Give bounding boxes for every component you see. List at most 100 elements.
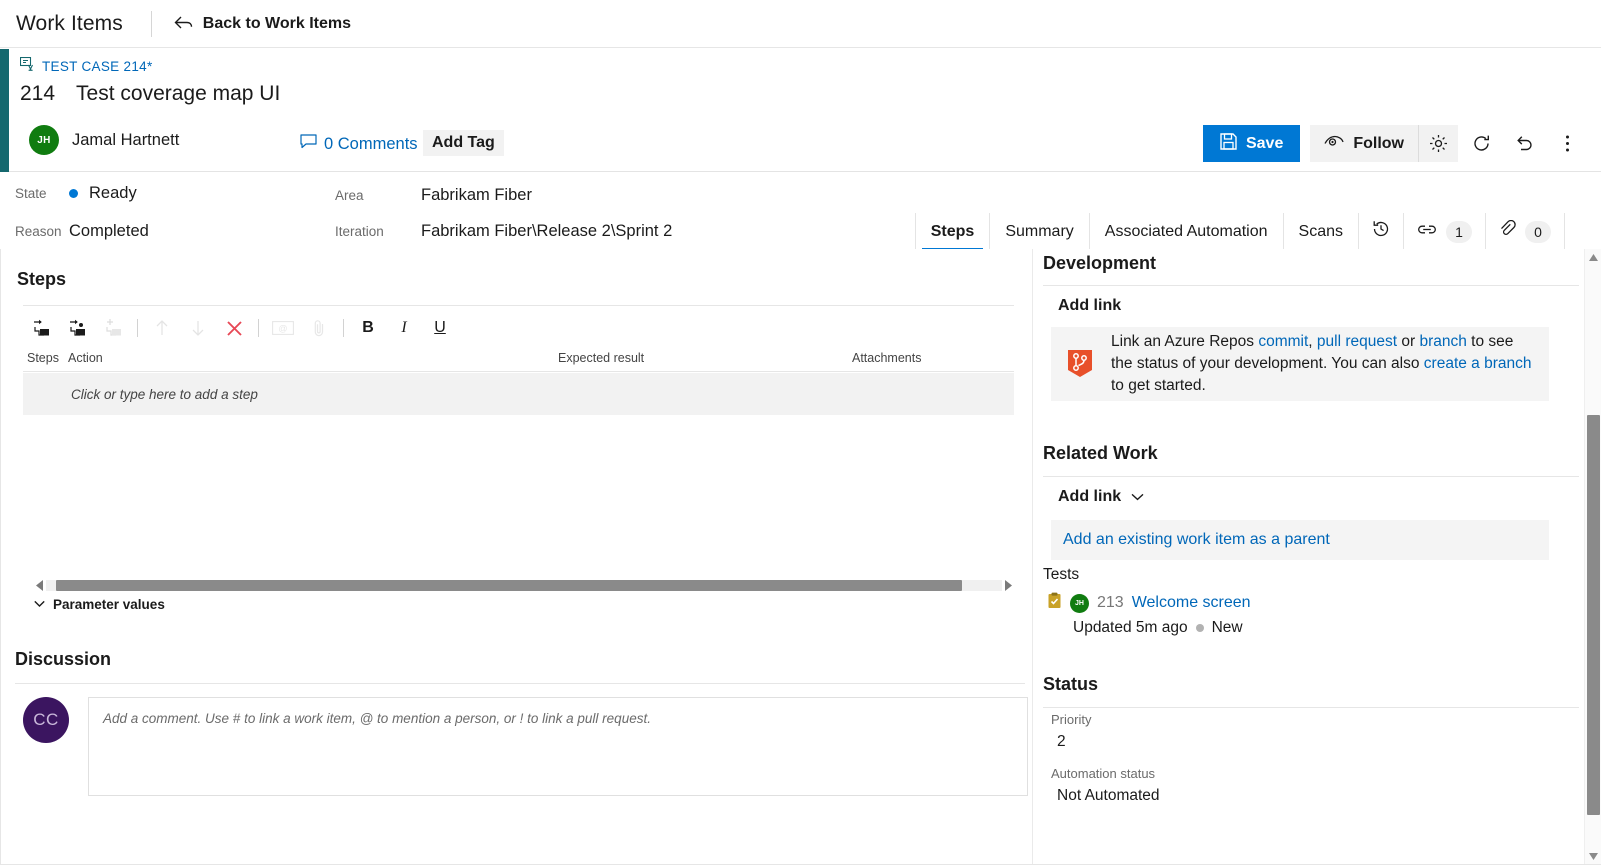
related-work-item[interactable]: JH 213 Welcome screen Updated 5m ago New xyxy=(1047,592,1251,637)
refresh-icon[interactable] xyxy=(1462,125,1501,162)
field-state-value: Ready xyxy=(89,184,137,202)
italic-icon[interactable]: I xyxy=(386,313,422,343)
save-button-label: Save xyxy=(1245,134,1284,152)
assigned-to-name: Jamal Hartnett xyxy=(72,130,180,149)
field-state[interactable]: State Ready xyxy=(15,184,137,203)
comments-count-label: 0 Comments xyxy=(324,134,418,153)
tab-links[interactable]: 1 xyxy=(1404,213,1486,250)
test-case-clipboard-icon xyxy=(1047,592,1062,614)
field-area-label: Area xyxy=(335,188,364,203)
add-existing-parent-link[interactable]: Add an existing work item as a parent xyxy=(1051,520,1549,560)
insert-shared-step-icon[interactable] xyxy=(59,313,95,343)
related-work-item-title-row: JH 213 Welcome screen xyxy=(1047,592,1251,614)
comment-input[interactable]: Add a comment. Use # to link a work item… xyxy=(88,697,1028,796)
branch-link[interactable]: branch xyxy=(1419,333,1466,350)
work-item-type-row[interactable]: TEST CASE 214* xyxy=(19,56,153,76)
related-work-group-label: Tests xyxy=(1043,566,1080,583)
field-area[interactable]: Area Fabrikam Fiber xyxy=(335,186,532,205)
scrollbar-thumb[interactable] xyxy=(56,579,962,591)
tab-history[interactable] xyxy=(1359,213,1404,250)
tab-associated-automation-label: Associated Automation xyxy=(1104,222,1268,240)
work-item-title[interactable]: Test coverage map UI xyxy=(76,82,280,106)
assigned-to-row[interactable]: JH Jamal Hartnett xyxy=(29,125,179,155)
commit-link[interactable]: commit xyxy=(1258,333,1308,350)
tab-steps[interactable]: Steps xyxy=(915,213,991,250)
related-work-add-link[interactable]: Add link xyxy=(1058,488,1144,506)
back-to-work-items-link[interactable]: Back to Work Items xyxy=(174,15,351,33)
tab-associated-automation[interactable]: Associated Automation xyxy=(1089,213,1284,250)
tab-scans-label: Scans xyxy=(1298,222,1343,240)
development-divider xyxy=(1043,285,1579,286)
field-iteration-value: Fabrikam Fiber\Release 2\Sprint 2 xyxy=(421,222,673,240)
related-work-heading: Related Work xyxy=(1043,443,1158,463)
development-callout-text: Link an Azure Repos commit, pull request… xyxy=(1111,331,1535,397)
scroll-down-arrow-icon[interactable] xyxy=(1585,848,1601,865)
state-dot-icon xyxy=(69,189,78,198)
vertical-scrollbar-thumb[interactable] xyxy=(1587,415,1600,815)
content-left-edge xyxy=(0,249,1,865)
header-divider xyxy=(150,10,152,37)
status-heading: Status xyxy=(1043,674,1099,694)
field-reason[interactable]: Reason Completed xyxy=(15,222,149,241)
field-iteration[interactable]: Iteration Fabrikam Fiber\Release 2\Sprin… xyxy=(335,222,672,241)
tab-summary[interactable]: Summary xyxy=(990,213,1090,250)
field-automation-status[interactable]: Automation status Not Automated xyxy=(1051,766,1160,805)
tab-attachments-badge: 0 xyxy=(1525,220,1551,243)
delete-step-icon[interactable] xyxy=(216,313,252,343)
discussion-divider xyxy=(15,683,1025,684)
follow-button[interactable]: Follow xyxy=(1310,125,1419,162)
details-pane: Development Add link Link an Azure Repos… xyxy=(1032,249,1588,865)
save-button[interactable]: Save xyxy=(1202,125,1301,162)
field-priority-value: 2 xyxy=(1057,733,1066,750)
underline-icon[interactable]: U xyxy=(422,313,458,343)
avatar: JH xyxy=(29,125,59,155)
scroll-up-arrow-icon[interactable] xyxy=(1585,249,1601,266)
scroll-right-arrow-icon[interactable] xyxy=(1002,579,1014,591)
back-to-work-items-label: Back to Work Items xyxy=(202,14,351,32)
field-priority-label: Priority xyxy=(1051,712,1092,727)
tab-scans[interactable]: Scans xyxy=(1283,213,1359,250)
work-item-id: 214 xyxy=(20,82,56,105)
follow-button-group: Follow xyxy=(1310,125,1458,162)
steps-horizontal-scrollbar[interactable] xyxy=(34,577,1014,593)
attachments-icon xyxy=(1499,219,1516,243)
tab-attachments[interactable]: 0 xyxy=(1486,213,1565,250)
discussion-avatar: CC xyxy=(23,697,69,743)
undo-icon[interactable] xyxy=(1505,125,1544,162)
steps-section-heading: Steps xyxy=(17,269,67,289)
back-arrow-icon xyxy=(174,16,193,31)
test-case-icon xyxy=(19,56,35,76)
field-automation-status-value: Not Automated xyxy=(1057,787,1160,804)
pull-request-link[interactable]: pull request xyxy=(1317,333,1397,350)
status-divider xyxy=(1043,707,1579,708)
toolbar-divider-2 xyxy=(258,319,259,337)
callout-part-4: to get started. xyxy=(1111,377,1206,394)
insert-step-parameter-icon xyxy=(95,313,131,343)
more-vertical-icon[interactable] xyxy=(1548,125,1587,162)
bold-icon[interactable]: B xyxy=(350,313,386,343)
scroll-left-arrow-icon[interactable] xyxy=(34,579,46,591)
related-work-add-link-label: Add link xyxy=(1058,488,1122,505)
save-disk-icon xyxy=(1220,132,1237,155)
add-tag-button[interactable]: Add Tag xyxy=(423,130,504,156)
field-iteration-label: Iteration xyxy=(335,224,384,239)
scrollbar-track[interactable] xyxy=(46,579,1002,591)
column-header-steps: Steps xyxy=(27,351,59,365)
related-work-item-title[interactable]: Welcome screen xyxy=(1132,594,1251,612)
comments-link[interactable]: 0 Comments xyxy=(300,134,418,154)
steps-pane: Steps @ B I U Steps Action Expected resu… xyxy=(9,249,1032,865)
field-state-label: State xyxy=(15,186,47,201)
move-up-icon xyxy=(144,313,180,343)
insert-parameter-icon: @ xyxy=(265,313,301,343)
steps-empty-row[interactable]: Click or type here to add a step xyxy=(23,373,1014,415)
tab-links-badge: 1 xyxy=(1446,220,1472,243)
gear-icon[interactable] xyxy=(1419,125,1458,162)
parameter-values-toggle[interactable]: Parameter values xyxy=(34,595,165,613)
insert-step-icon[interactable] xyxy=(23,313,59,343)
page-vertical-scrollbar[interactable] xyxy=(1584,249,1601,865)
field-automation-status-label: Automation status xyxy=(1051,766,1156,781)
field-priority[interactable]: Priority 2 xyxy=(1051,712,1091,751)
development-add-link[interactable]: Add link xyxy=(1058,297,1121,315)
create-branch-link[interactable]: create a branch xyxy=(1424,355,1532,372)
links-icon xyxy=(1417,223,1437,241)
